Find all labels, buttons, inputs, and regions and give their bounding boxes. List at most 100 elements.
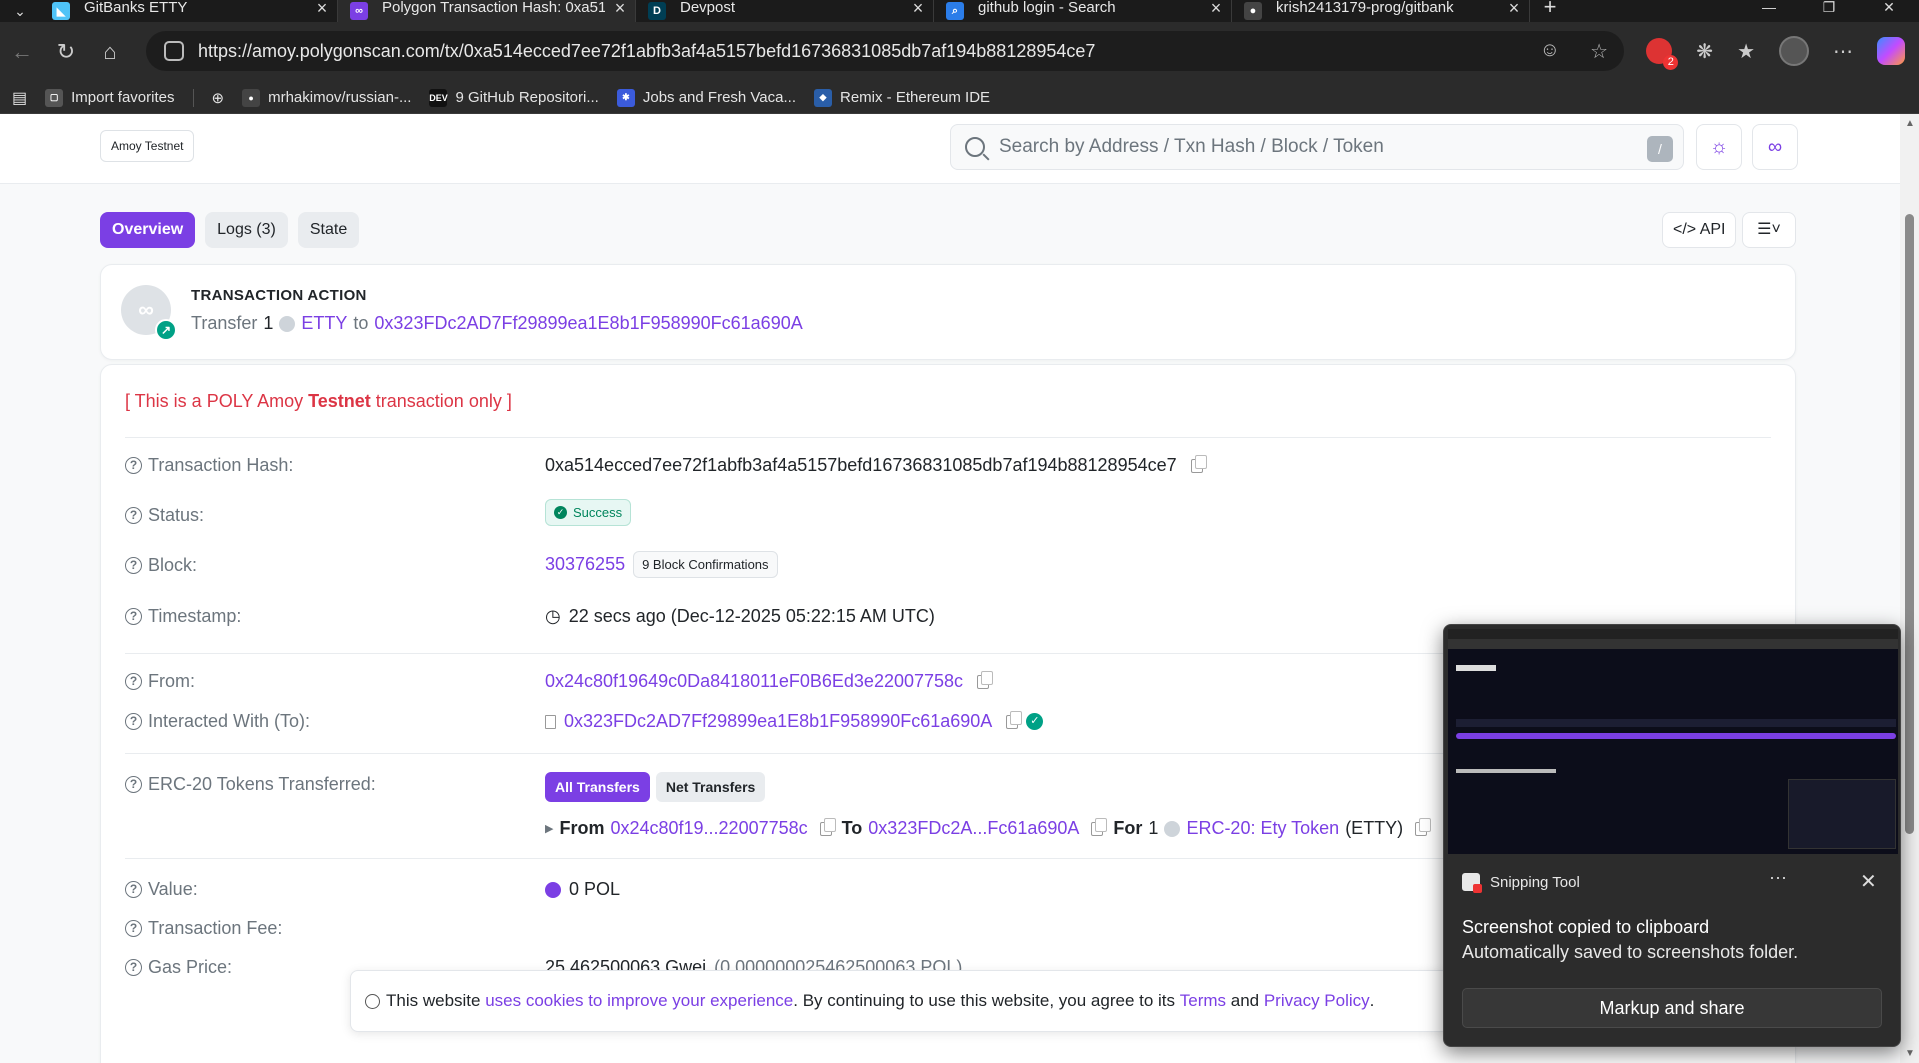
help-icon[interactable]: ?	[125, 713, 142, 730]
markup-and-share-button[interactable]: Markup and share	[1462, 988, 1882, 1028]
gas-label: ? Gas Price:	[125, 957, 232, 978]
help-icon[interactable]: ?	[125, 920, 142, 937]
browser-tab[interactable]: D Devpost ×	[636, 0, 934, 22]
contract-file-icon	[545, 714, 556, 729]
help-icon[interactable]: ?	[125, 776, 142, 793]
theme-toggle-button[interactable]: ☼	[1696, 124, 1742, 170]
scroll-up-icon[interactable]: ▲	[1905, 118, 1915, 129]
folder-icon: ▢	[45, 88, 64, 107]
tab-state[interactable]: State	[297, 212, 360, 248]
new-tab-button[interactable]: +	[1530, 0, 1570, 20]
scroll-down-icon[interactable]: ▼	[1905, 1048, 1915, 1059]
bookmark-item[interactable]: ▢ Import favorites	[45, 88, 175, 107]
copy-icon[interactable]	[1091, 817, 1108, 836]
terms-link[interactable]: Terms	[1180, 991, 1226, 1011]
tab-overview[interactable]: Overview	[100, 212, 196, 248]
restore-icon[interactable]: ❐	[1799, 0, 1859, 22]
copy-icon[interactable]	[1415, 817, 1432, 836]
tab-list-icon[interactable]: ▤	[12, 88, 27, 108]
help-icon[interactable]: ?	[125, 507, 142, 524]
help-icon[interactable]: ?	[125, 959, 142, 976]
page-scrollbar[interactable]: ▲ ▼	[1900, 114, 1919, 1063]
to-label: ? Interacted With (To):	[125, 711, 310, 732]
block-number-link[interactable]: 30376255	[545, 554, 625, 575]
transfer-token-link[interactable]: ERC-20: Ety Token	[1186, 818, 1339, 839]
url-bar[interactable]: https://amoy.polygonscan.com/tx/0xa514ec…	[146, 31, 1624, 71]
close-tab-icon[interactable]: ×	[307, 0, 337, 19]
bookmark-label: Jobs and Fresh Vaca...	[642, 89, 796, 106]
copy-icon[interactable]	[977, 670, 994, 689]
minimize-icon[interactable]: —	[1739, 0, 1799, 22]
copilot-icon[interactable]	[1877, 37, 1905, 65]
copy-icon[interactable]	[1190, 454, 1207, 473]
bookmark-label: Remix - Ethereum IDE	[840, 89, 991, 106]
cookie-policy-link[interactable]: uses cookies to improve your experience	[485, 991, 793, 1011]
help-icon[interactable]: ?	[125, 881, 142, 898]
tab-logs[interactable]: Logs (3)	[205, 212, 288, 248]
devpost-icon: D	[648, 2, 666, 20]
site-info-icon[interactable]	[164, 41, 184, 61]
to-value-row: 0x323FDc2AD7Ff29899ea1E8b1F958990Fc61a69…	[545, 710, 1044, 732]
tab-actions-menu-icon[interactable]: ⌄	[0, 0, 40, 22]
settings-more-icon[interactable]: ⋯	[1833, 39, 1853, 64]
polygon-network-button[interactable]: ∞	[1752, 124, 1798, 170]
bookmark-item[interactable]: ◆ Remix - Ethereum IDE	[814, 88, 991, 107]
list-options-button[interactable]: ☰˅	[1742, 212, 1796, 248]
url-text[interactable]: https://amoy.polygonscan.com/tx/0xa514ec…	[198, 41, 1095, 62]
all-transfers-button[interactable]: All Transfers	[545, 772, 650, 802]
browser-tab[interactable]: ● krish2413179-prog/gitbank ×	[1232, 0, 1530, 22]
notification-more-icon[interactable]: ···	[1769, 867, 1787, 888]
notification-title: Screenshot copied to clipboard	[1462, 917, 1710, 937]
value-label: ? Value:	[125, 879, 198, 900]
screenshot-thumbnail[interactable]	[1448, 629, 1898, 854]
transfer-from-link[interactable]: 0x24c80f19...22007758c	[610, 818, 807, 839]
gas-label-text: Gas Price:	[148, 957, 233, 977]
bookmark-item[interactable]: ● mrhakimov/russian-...	[242, 88, 411, 107]
browser-tab[interactable]: ⌕ github login - Search ×	[934, 0, 1232, 22]
bookmark-item[interactable]: DEV 9 GitHub Repositori...	[429, 88, 599, 107]
action-token-link[interactable]: ETTY	[301, 313, 347, 334]
privacy-policy-link[interactable]: Privacy Policy	[1264, 991, 1370, 1011]
close-tab-icon[interactable]: ×	[1499, 0, 1529, 19]
reading-mode-icon[interactable]: ☺	[1540, 39, 1560, 64]
status-label: ? Status:	[125, 505, 204, 526]
browser-tab[interactable]: ∞ Polygon Transaction Hash: 0xa51... ×	[338, 0, 636, 22]
extension-icon[interactable]: 2	[1646, 38, 1679, 70]
favorites-icon[interactable]: ★	[1737, 39, 1755, 64]
close-tab-icon[interactable]: ×	[1201, 0, 1231, 19]
close-tab-icon[interactable]: ×	[605, 0, 635, 19]
back-icon[interactable]: ←	[0, 39, 44, 65]
bookmark-item[interactable]: ✱ Jobs and Fresh Vaca...	[616, 88, 796, 107]
close-tab-icon[interactable]: ×	[903, 0, 933, 19]
net-transfers-button[interactable]: Net Transfers	[655, 772, 766, 802]
caret-right-icon[interactable]: ▶	[545, 822, 553, 835]
network-badge[interactable]: Amoy Testnet	[100, 130, 195, 162]
home-icon[interactable]: ⌂	[88, 39, 132, 65]
cookie-text-2: . By continuing to use this website, you…	[793, 991, 1180, 1010]
help-icon[interactable]: ?	[125, 673, 142, 690]
browser-tab-title: krish2413179-prog/gitbank	[1276, 0, 1454, 16]
help-icon[interactable]: ?	[125, 457, 142, 474]
search-input[interactable]: Search by Address / Txn Hash / Block / T…	[950, 124, 1684, 170]
window-controls: — ❐ ✕	[1739, 0, 1919, 22]
scrollbar-thumb[interactable]	[1905, 214, 1914, 834]
transfer-to-link[interactable]: 0x323FDc2A...Fc61a690A	[868, 818, 1079, 839]
copy-icon[interactable]	[1006, 710, 1023, 729]
copy-icon[interactable]	[819, 817, 836, 836]
notification-close-icon[interactable]: ✕	[1860, 869, 1877, 894]
help-icon[interactable]: ?	[125, 608, 142, 625]
address-bar-row: ← ↻ ⌂ https://amoy.polygonscan.com/tx/0x…	[0, 22, 1919, 82]
action-to-address-link[interactable]: 0x323FDc2AD7Ff29899ea1E8b1F958990Fc61a69…	[374, 313, 802, 334]
favorite-star-icon[interactable]: ☆	[1590, 39, 1608, 64]
profile-avatar[interactable]	[1779, 36, 1809, 66]
refresh-icon[interactable]: ↻	[44, 39, 88, 65]
api-button[interactable]: </> API	[1662, 212, 1737, 248]
help-icon[interactable]: ?	[125, 557, 142, 574]
close-window-icon[interactable]: ✕	[1859, 0, 1919, 22]
browser-tab[interactable]: ◣ GitBanks ETTY ×	[40, 0, 338, 22]
flutter-icon: ◣	[52, 2, 70, 20]
extensions-puzzle-icon[interactable]: ❋	[1696, 39, 1713, 64]
from-address-link[interactable]: 0x24c80f19649c0Da8418011eF0B6Ed3e2200775…	[545, 671, 963, 692]
globe-icon[interactable]: ⊕	[212, 89, 225, 107]
to-address-link[interactable]: 0x323FDc2AD7Ff29899ea1E8b1F958990Fc61a69…	[564, 711, 992, 732]
